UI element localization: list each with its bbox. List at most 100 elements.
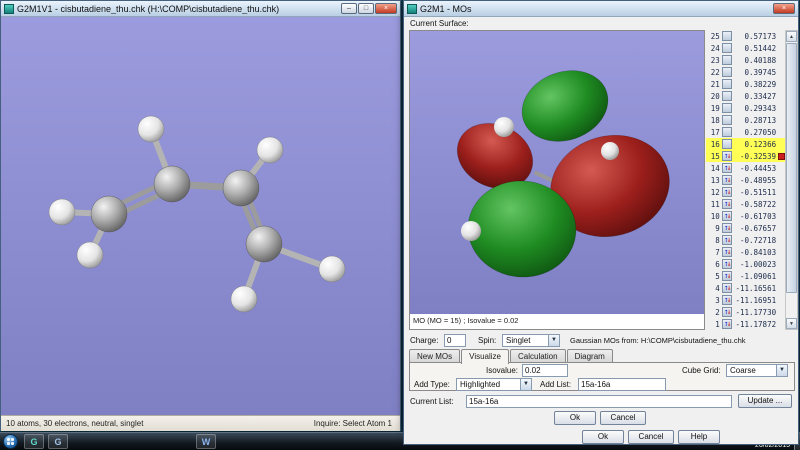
word-icon: W <box>202 437 211 447</box>
start-button[interactable] <box>3 434 18 449</box>
mo-row[interactable]: 2↑↓-11.17730 <box>706 306 785 318</box>
mo-row[interactable]: 3↑↓-11.16951 <box>706 294 785 306</box>
cancel-button[interactable]: Cancel <box>628 430 674 444</box>
taskbar-app-word[interactable]: W <box>196 434 216 449</box>
mo-row[interactable]: 200.33427 <box>706 90 785 102</box>
mo-row[interactable]: 160.12366 <box>706 138 785 150</box>
close-icon[interactable]: × <box>773 3 795 14</box>
surface-cancel-button[interactable]: Cancel <box>600 411 646 425</box>
occupied-orbital-icon[interactable]: ↑↓ <box>722 199 732 209</box>
mo-row[interactable]: 8↑↓-0.72718 <box>706 234 785 246</box>
cube-grid-label: Cube Grid: <box>682 364 721 377</box>
occupied-orbital-icon[interactable]: ↑↓ <box>722 187 732 197</box>
virtual-orbital-icon[interactable] <box>722 115 732 125</box>
ok-button[interactable]: Ok <box>582 430 624 444</box>
virtual-orbital-icon[interactable] <box>722 43 732 53</box>
update-button[interactable]: Update ... <box>738 394 792 408</box>
mo-energy: -0.84103 <box>734 248 776 257</box>
tab-calculation[interactable]: Calculation <box>510 349 566 363</box>
mo-row[interactable]: 10↑↓-0.61703 <box>706 210 785 222</box>
occupied-orbital-icon[interactable]: ↑↓ <box>722 235 732 245</box>
mo-energy: 0.28713 <box>734 116 776 125</box>
mo-row[interactable]: 7↑↓-0.84103 <box>706 246 785 258</box>
mo-row[interactable]: 15↑↓-0.32539 <box>706 150 785 162</box>
spin-select[interactable]: Singlet ▼ <box>502 334 560 347</box>
mo-row[interactable]: 210.38229 <box>706 78 785 90</box>
virtual-orbital-icon[interactable] <box>722 31 732 41</box>
virtual-orbital-icon[interactable] <box>722 91 732 101</box>
tab-new-mos[interactable]: New MOs <box>409 349 460 363</box>
occupied-orbital-icon[interactable]: ↑↓ <box>722 319 732 329</box>
mo-scrollbar[interactable]: ▲ ▼ <box>785 30 798 330</box>
mo-energy: -1.00023 <box>734 260 776 269</box>
close-icon[interactable]: × <box>375 3 397 14</box>
mo-number: 12 <box>706 188 720 197</box>
mo-number: 6 <box>706 260 720 269</box>
mo-number: 8 <box>706 236 720 245</box>
mo-row[interactable]: 11↑↓-0.58722 <box>706 198 785 210</box>
surface-ok-button[interactable]: Ok <box>554 411 596 425</box>
mo-row[interactable]: 12↑↓-0.51511 <box>706 186 785 198</box>
mo-row[interactable]: 6↑↓-1.00023 <box>706 258 785 270</box>
tab-visualize[interactable]: Visualize <box>461 349 509 364</box>
mo-marker-empty <box>778 273 785 280</box>
mo-row[interactable]: 240.51442 <box>706 42 785 54</box>
occupied-orbital-icon[interactable]: ↑↓ <box>722 295 732 305</box>
occupied-orbital-icon[interactable]: ↑↓ <box>722 283 732 293</box>
mo-row[interactable]: 230.40188 <box>706 54 785 66</box>
mo-row[interactable]: 250.57173 <box>706 30 785 42</box>
mo-energy: -0.44453 <box>734 164 776 173</box>
current-mo-marker <box>778 153 785 160</box>
occupied-orbital-icon[interactable]: ↑↓ <box>722 175 732 185</box>
mo-number: 7 <box>706 248 720 257</box>
mo-number: 13 <box>706 176 720 185</box>
right-titlebar[interactable]: G2M1 - MOs × <box>404 1 798 17</box>
virtual-orbital-icon[interactable] <box>722 103 732 113</box>
virtual-orbital-icon[interactable] <box>722 79 732 89</box>
left-titlebar[interactable]: G2M1V1 - cisbutadiene_thu.chk (H:\COMP\c… <box>1 1 400 17</box>
mo-row[interactable]: 170.27050 <box>706 126 785 138</box>
mo-marker-empty <box>778 129 785 136</box>
isovalue-input[interactable] <box>522 364 568 377</box>
occupied-orbital-icon[interactable]: ↑↓ <box>722 271 732 281</box>
scroll-up-icon[interactable]: ▲ <box>786 31 797 42</box>
mo-marker-empty <box>778 105 785 112</box>
maximize-icon[interactable]: □ <box>358 3 374 14</box>
mo-number: 18 <box>706 116 720 125</box>
occupied-orbital-icon[interactable]: ↑↓ <box>722 259 732 269</box>
occupied-orbital-icon[interactable]: ↑↓ <box>722 307 732 317</box>
add-type-select[interactable]: Highlighted ▼ <box>456 378 532 391</box>
occupied-orbital-icon[interactable]: ↑↓ <box>722 211 732 221</box>
charge-input[interactable] <box>444 334 466 347</box>
virtual-orbital-icon[interactable] <box>722 67 732 77</box>
mo-row[interactable]: 9↑↓-0.67657 <box>706 222 785 234</box>
mo-row[interactable]: 5↑↓-1.09061 <box>706 270 785 282</box>
occupied-orbital-icon[interactable]: ↑↓ <box>722 247 732 257</box>
occupied-orbital-icon[interactable]: ↑↓ <box>722 163 732 173</box>
add-list-input[interactable] <box>578 378 666 391</box>
orbital-viewport[interactable] <box>410 31 704 314</box>
tab-diagram[interactable]: Diagram <box>567 349 613 363</box>
mo-number: 14 <box>706 164 720 173</box>
help-button[interactable]: Help <box>678 430 720 444</box>
taskbar-app-gaussview-1[interactable]: G <box>24 434 44 449</box>
minimize-icon[interactable]: – <box>341 3 357 14</box>
cube-grid-select[interactable]: Coarse ▼ <box>726 364 788 377</box>
scroll-thumb[interactable] <box>786 43 797 293</box>
virtual-orbital-icon[interactable] <box>722 139 732 149</box>
molecule-viewport[interactable] <box>1 17 400 415</box>
mo-row[interactable]: 190.29343 <box>706 102 785 114</box>
mo-row[interactable]: 1↑↓-11.17872 <box>706 318 785 330</box>
scroll-down-icon[interactable]: ▼ <box>786 318 797 329</box>
current-list-input[interactable] <box>466 395 732 408</box>
virtual-orbital-icon[interactable] <box>722 127 732 137</box>
mo-row[interactable]: 4↑↓-11.16561 <box>706 282 785 294</box>
mo-row[interactable]: 220.39745 <box>706 66 785 78</box>
mo-row[interactable]: 18 0.28713 <box>706 114 785 126</box>
occupied-orbital-icon[interactable]: ↑↓ <box>722 223 732 233</box>
mo-row[interactable]: 13↑↓-0.48955 <box>706 174 785 186</box>
virtual-orbital-icon[interactable] <box>722 55 732 65</box>
occupied-orbital-icon[interactable]: ↑↓ <box>722 151 732 161</box>
taskbar-app-gaussview-2[interactable]: G <box>48 434 68 449</box>
mo-row[interactable]: 14↑↓-0.44453 <box>706 162 785 174</box>
